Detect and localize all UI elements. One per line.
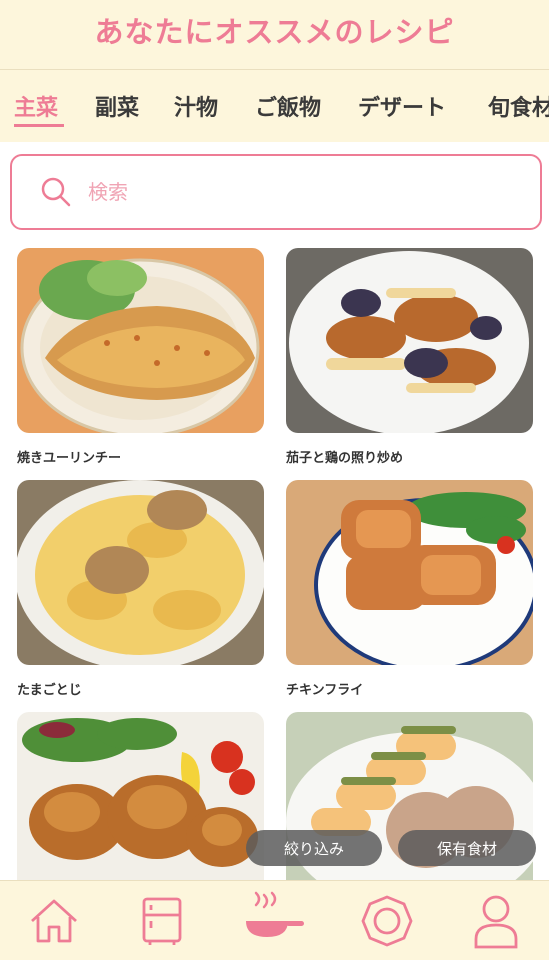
user-icon [472,893,520,953]
tab-dessert[interactable]: デザート [358,90,446,122]
active-tab-indicator [14,124,64,127]
nav-home[interactable] [24,893,84,953]
nav-fridge[interactable] [132,893,192,953]
recipe-card[interactable]: 茄子と鶏の照り炒め [286,248,533,466]
search-box[interactable] [10,154,542,230]
tab-side-dish[interactable]: 副菜 [95,90,139,122]
fridge-icon [136,895,188,951]
tab-main-dish[interactable]: 主菜 [14,90,58,122]
search-input[interactable] [88,180,468,204]
filter-button[interactable]: 絞り込み [246,830,382,866]
recipe-photo[interactable] [286,480,533,665]
recipe-card[interactable]: チキンフライ [286,480,533,698]
recipe-card[interactable]: たまごとじ [17,480,264,698]
recipe-photo[interactable] [17,480,264,665]
home-icon [28,895,80,951]
recipe-photo[interactable] [17,248,264,433]
recipe-title: 茄子と鶏の照り炒め [286,451,404,466]
bottom-nav [0,880,549,960]
nav-profile[interactable] [466,893,526,953]
recipe-photo[interactable] [17,712,264,897]
recipe-photo[interactable] [286,712,533,897]
category-tabs: 主菜 副菜 汁物 ご飯物 デザート 旬食材 [0,70,549,142]
recipe-title: たまごとじ [17,683,82,698]
tab-seasonal[interactable]: 旬食材 [488,90,549,122]
pantry-button[interactable]: 保有食材 [398,830,536,866]
recipe-photo[interactable] [286,248,533,433]
search-icon [26,162,86,222]
nav-cook[interactable] [242,891,306,955]
app-header: あなたにオススメのレシピ [0,0,549,70]
recipe-card[interactable]: 焼きユーリンチー [17,248,264,466]
recipe-title: 焼きユーリンチー [17,451,122,466]
tab-soup[interactable]: 汁物 [174,90,218,122]
nav-badge[interactable] [357,893,417,953]
badge-icon [360,894,414,952]
recipe-title: チキンフライ [286,683,364,698]
page-title: あなたにオススメのレシピ [94,14,455,49]
tab-rice-dish[interactable]: ご飯物 [255,90,321,122]
pan-icon [242,891,306,955]
